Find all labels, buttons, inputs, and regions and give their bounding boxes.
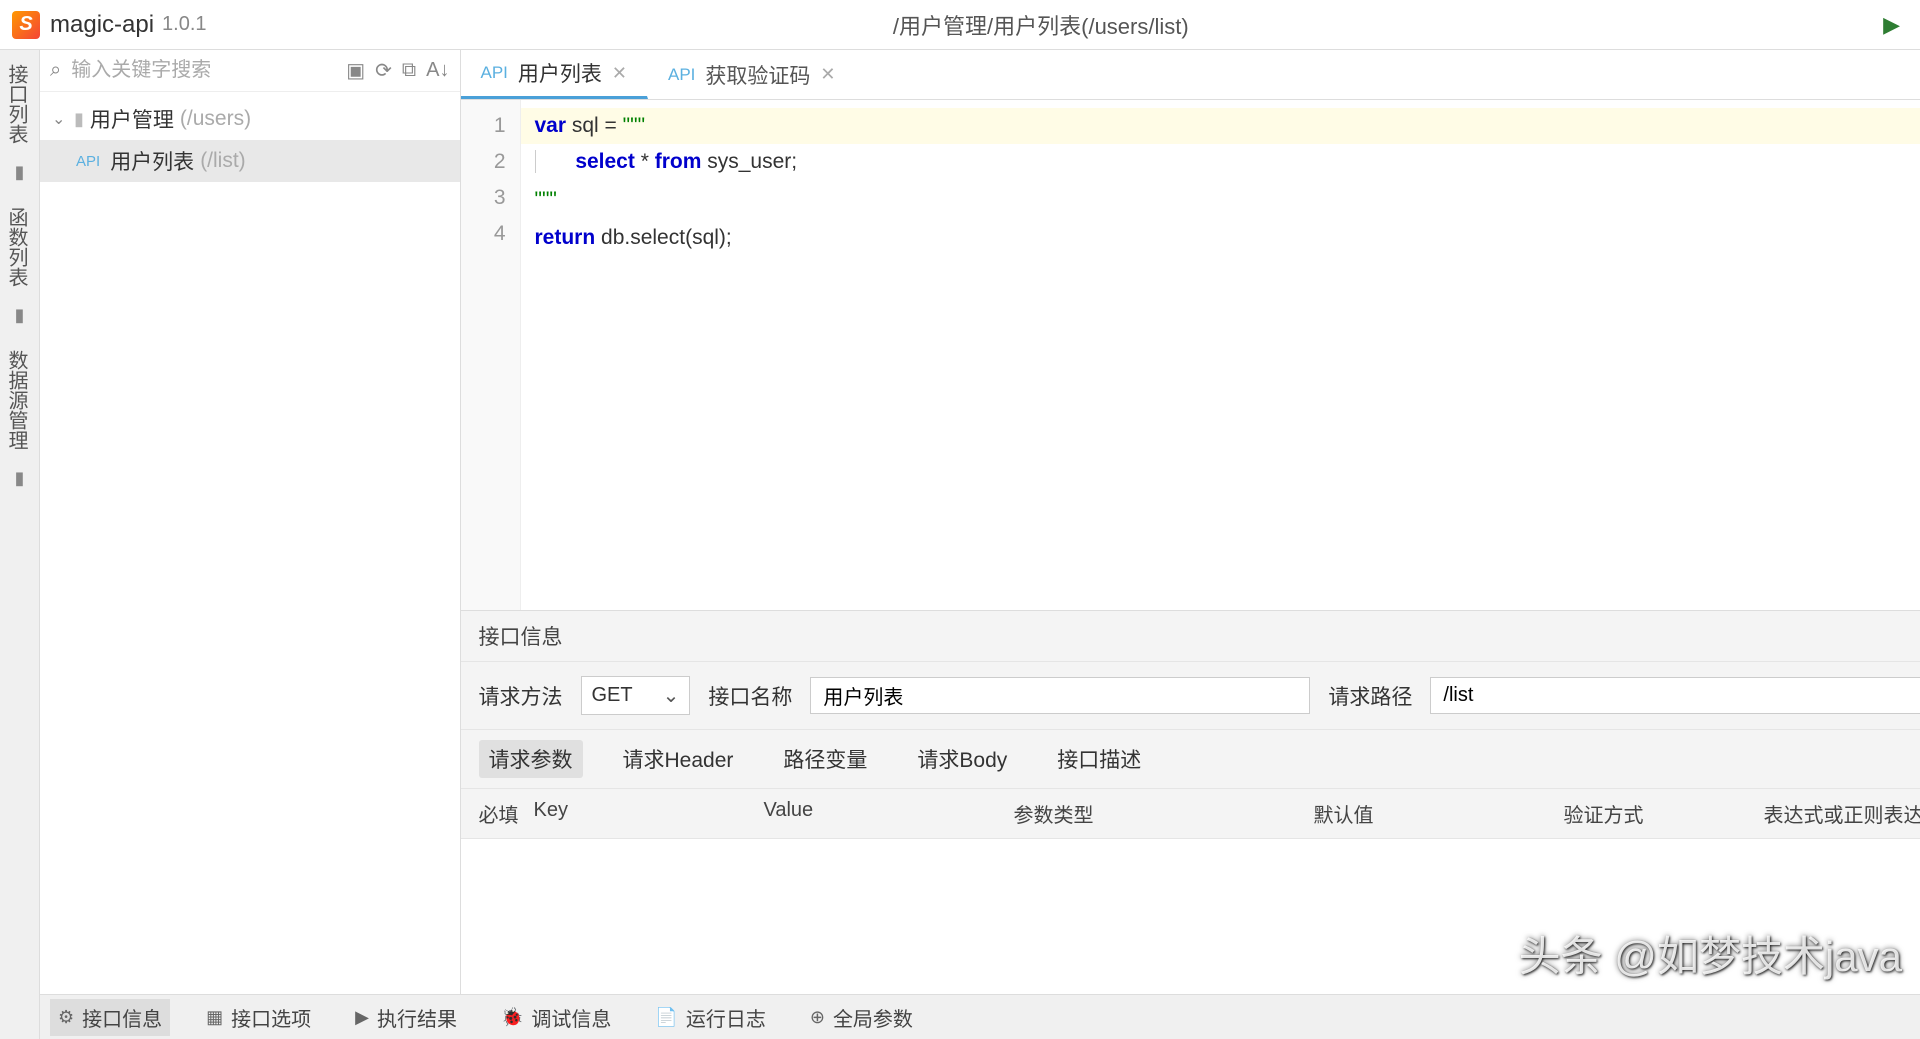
tree-item-path: (/list) xyxy=(200,149,246,173)
tree-folder-label: 用户管理 xyxy=(90,104,174,134)
copy-icon[interactable]: ⧉ xyxy=(402,59,416,82)
params-table-header: 必填 Key Value 参数类型 默认值 验证方式 表达式或正则表达式 验证说… xyxy=(461,789,1920,839)
grid-icon: ▦ xyxy=(206,1007,223,1028)
subtab-body[interactable]: 请求Body xyxy=(907,740,1017,778)
th-validate-method: 验证方式 xyxy=(1564,799,1764,828)
th-expression: 表达式或正则表达式 xyxy=(1764,799,1920,828)
app-name: magic-api xyxy=(50,11,154,39)
status-bar: ⚙ 接口信息 ▦ 接口选项 ▶ 执行结果 🐞 调试信息 📄 运行日志 ⊕ 全局参… xyxy=(40,994,1920,1039)
chevron-down-icon: ⌄ xyxy=(663,683,680,708)
path-input[interactable] xyxy=(1430,677,1920,714)
sidebar: ⌕ ▣ ⟳ ⧉ A↓ ⌄ ▮ 用户管理 (/users) API 用户列表 (/… xyxy=(40,50,461,1039)
folder-icon: ▮ xyxy=(0,462,39,495)
status-result[interactable]: ▶ 执行结果 xyxy=(347,999,465,1036)
tree-item-label: 用户列表 xyxy=(110,146,194,176)
vtab-interfaces[interactable]: 接口列表 xyxy=(0,56,39,152)
vtab-functions[interactable]: 函数列表 xyxy=(0,199,39,295)
panel-title: 接口信息 xyxy=(461,611,1920,662)
globe-icon: ⊕ xyxy=(810,1007,825,1028)
bottom-panel: 接口信息 请求方法 GET ⌄ 接口名称 请求路径 请求参数 请求Header … xyxy=(461,610,1920,1039)
name-input[interactable] xyxy=(810,677,1310,714)
th-key: Key xyxy=(534,799,764,828)
folder-icon: ▮ xyxy=(74,109,84,130)
code-editor[interactable]: 1 2 3 4 var sql = """ select * from sys_… xyxy=(461,100,1920,610)
subtab-desc[interactable]: 接口描述 xyxy=(1047,740,1151,778)
app-logo: S xyxy=(12,11,40,39)
subtab-headers[interactable]: 请求Header xyxy=(613,740,744,778)
tree-folder[interactable]: ⌄ ▮ 用户管理 (/users) xyxy=(40,98,460,140)
th-default: 默认值 xyxy=(1314,799,1564,828)
log-icon: 📄 xyxy=(655,1007,677,1028)
run-button[interactable]: ▶ xyxy=(1875,12,1908,38)
tab-label: 获取验证码 xyxy=(705,60,810,90)
status-info[interactable]: ⚙ 接口信息 xyxy=(50,999,170,1036)
settings-icon: ⚙ xyxy=(58,1007,74,1028)
path-label: 请求路径 xyxy=(1328,681,1412,711)
subtab-pathvars[interactable]: 路径变量 xyxy=(773,740,877,778)
breadcrumb: /用户管理/用户列表(/users/list) xyxy=(207,9,1876,41)
api-badge: API xyxy=(481,63,508,83)
status-log[interactable]: 📄 运行日志 xyxy=(647,999,773,1036)
tab-label: 用户列表 xyxy=(518,58,602,88)
status-debug[interactable]: 🐞 调试信息 xyxy=(493,999,619,1036)
th-value: Value xyxy=(764,799,1014,828)
tab-get-captcha[interactable]: API 获取验证码 ✕ xyxy=(648,50,857,99)
sort-icon[interactable]: A↓ xyxy=(426,59,449,82)
api-badge: API xyxy=(76,153,100,170)
status-options[interactable]: ▦ 接口选项 xyxy=(198,999,319,1036)
tab-users-list[interactable]: API 用户列表 ✕ xyxy=(461,50,649,99)
subtab-params[interactable]: 请求参数 xyxy=(479,740,583,778)
folder-icon: ▮ xyxy=(0,156,39,189)
vtab-datasources[interactable]: 数据源管理 xyxy=(0,342,39,458)
vertical-tabs: 接口列表 ▮ 函数列表 ▮ 数据源管理 ▮ xyxy=(0,50,40,1039)
th-param-type: 参数类型 xyxy=(1014,799,1314,828)
chevron-down-icon: ⌄ xyxy=(52,109,68,129)
code-content[interactable]: var sql = """ select * from sys_user; ""… xyxy=(521,100,1920,610)
method-select[interactable]: GET ⌄ xyxy=(581,676,691,715)
tree-folder-path: (/users) xyxy=(180,107,251,131)
refresh-icon[interactable]: ⟳ xyxy=(375,58,392,83)
editor-tabs: API 用户列表 ✕ API 获取验证码 ✕ xyxy=(461,50,1920,100)
new-folder-icon[interactable]: ▣ xyxy=(346,58,365,83)
th-required: 必填 xyxy=(479,799,534,828)
line-gutter: 1 2 3 4 xyxy=(461,100,521,610)
app-version: 1.0.1 xyxy=(162,13,206,36)
name-label: 接口名称 xyxy=(708,681,792,711)
status-global[interactable]: ⊕ 全局参数 xyxy=(802,999,921,1036)
method-label: 请求方法 xyxy=(479,681,563,711)
api-badge: API xyxy=(668,65,695,85)
close-icon[interactable]: ✕ xyxy=(612,63,627,84)
search-input[interactable] xyxy=(71,59,336,82)
close-icon[interactable]: ✕ xyxy=(820,64,835,85)
play-icon: ▶ xyxy=(355,1007,369,1028)
tree-item-users-list[interactable]: API 用户列表 (/list) xyxy=(40,140,460,182)
bug-icon: 🐞 xyxy=(501,1007,523,1028)
search-icon: ⌕ xyxy=(50,59,61,82)
folder-icon: ▮ xyxy=(0,299,39,332)
